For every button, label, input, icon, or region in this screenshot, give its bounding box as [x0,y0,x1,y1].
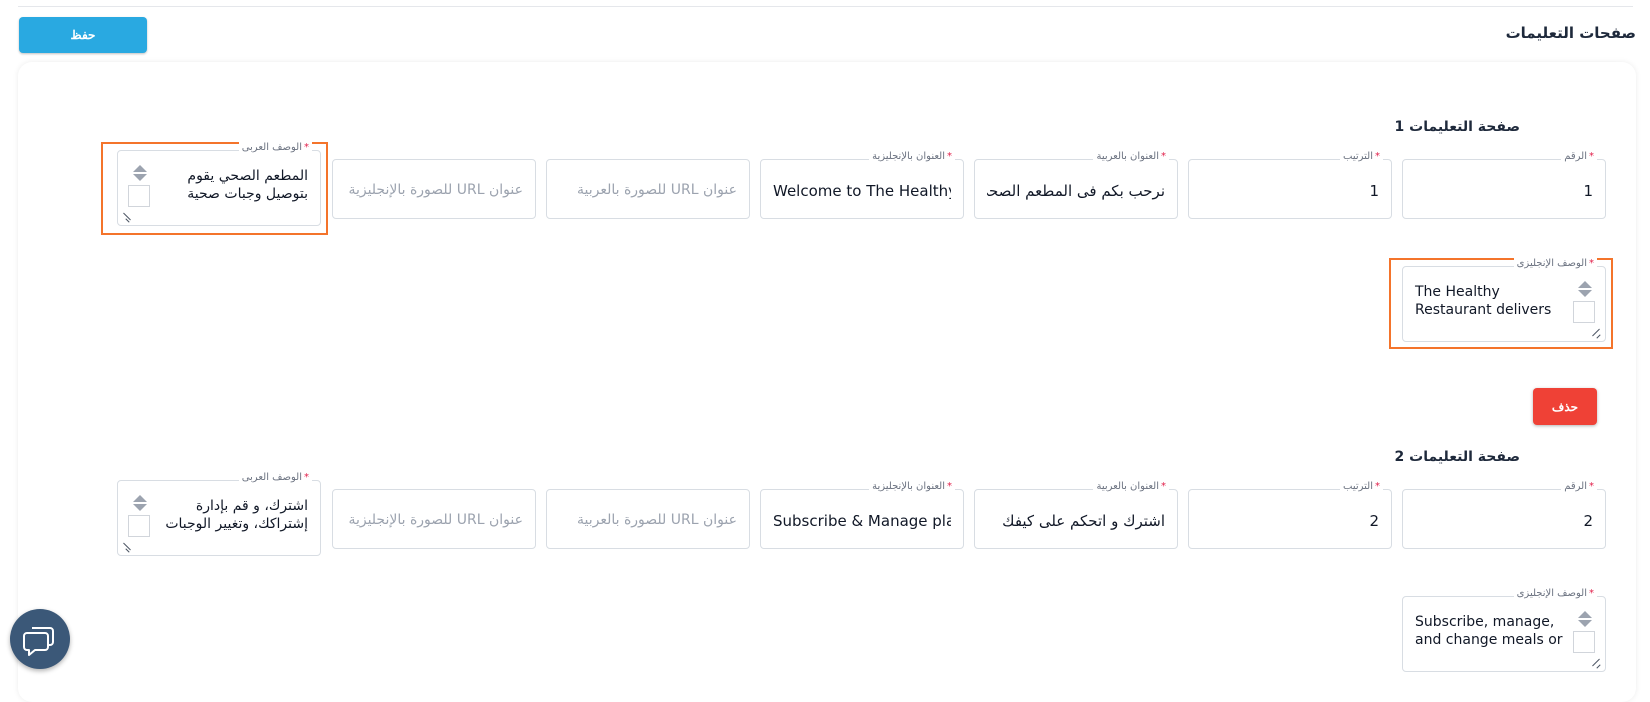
image-url-ar-placeholder-2: عنوان URL للصورة بالعربية [576,512,737,528]
order-value-2: 2 [1369,512,1379,530]
scroll-arrows-icon[interactable] [128,491,150,547]
title-en-value-1: Welcome to The Healthy Restaurant [773,182,951,200]
desc-ar-textarea-2[interactable]: *الوصف العربى اشترك، و قم بإدارة إشتراكك… [117,472,321,556]
delete-page-button[interactable]: حذف [1533,388,1597,425]
title-ar-value-2: اشترك و اتحكم على كيفك [1002,512,1165,530]
resize-handle-icon[interactable] [1590,657,1602,669]
image-url-en-field-1[interactable]: عنوان URL للصورة بالإنجليزية [332,159,536,219]
resize-handle-icon[interactable] [121,541,133,553]
title-ar-value-1: نرحب بكم فى المطعم الصحى [987,182,1165,200]
desc-en-value-1: The Healthy Restaurant delivers [1415,284,1552,318]
section-title-page-1: صفحة التعليمات 1 [1394,119,1521,135]
number-value-2: 2 [1583,512,1593,530]
image-url-ar-field-2[interactable]: عنوان URL للصورة بالعربية [546,489,750,549]
header-divider [18,6,1633,7]
resize-handle-icon[interactable] [1590,327,1602,339]
image-url-en-placeholder-2: عنوان URL للصورة بالإنجليزية [348,512,523,528]
section-title-page-2: صفحة التعليمات 2 [1394,449,1521,465]
number-field-1[interactable]: *الرقم 1 [1402,151,1606,219]
desc-ar-value-2: اشترك، و قم بإدارة إشتراكك، وتغيير الوجب… [165,498,308,532]
desc-ar-value-1: المطعم الصحي يقوم بتوصيل وجبات صحية [187,168,308,202]
scroll-arrows-icon[interactable] [128,161,150,217]
order-field-1[interactable]: *الترتيب 1 [1188,151,1392,219]
title-ar-field-2[interactable]: *العنوان بالعربية اشترك و اتحكم على كيفك [974,481,1178,549]
desc-en-textarea-2[interactable]: *الوصف الإنجليزى Subscribe, manage, and … [1402,588,1606,672]
title-en-field-1[interactable]: *العنوان بالإنجليزية Welcome to The Heal… [760,151,964,219]
scroll-arrows-icon[interactable] [1573,277,1595,333]
image-url-en-placeholder-1: عنوان URL للصورة بالإنجليزية [348,182,523,198]
image-url-en-field-2[interactable]: عنوان URL للصورة بالإنجليزية [332,489,536,549]
image-url-ar-field-1[interactable]: عنوان URL للصورة بالعربية [546,159,750,219]
resize-handle-icon[interactable] [121,211,133,223]
scroll-arrows-icon[interactable] [1573,607,1595,663]
desc-ar-textarea-1[interactable]: *الوصف العربى المطعم الصحي يقوم بتوصيل و… [117,142,321,226]
title-en-field-2[interactable]: *العنوان بالإنجليزية Subscribe & Manage … [760,481,964,549]
save-button[interactable]: حفظ [19,17,147,53]
chat-button[interactable] [10,609,70,669]
order-field-2[interactable]: *الترتيب 2 [1188,481,1392,549]
image-url-ar-placeholder-1: عنوان URL للصورة بالعربية [576,182,737,198]
chat-bubbles-icon [23,627,54,656]
title-en-value-2: Subscribe & Manage plan [773,512,951,530]
title-ar-field-1[interactable]: *العنوان بالعربية نرحب بكم فى المطعم الص… [974,151,1178,219]
number-field-2[interactable]: *الرقم 2 [1402,481,1606,549]
desc-en-value-2: Subscribe, manage, and change meals or [1415,614,1563,648]
order-value-1: 1 [1369,182,1379,200]
desc-en-textarea-1[interactable]: *الوصف الإنجليزى The Healthy Restaurant … [1402,258,1606,342]
page-title: صفحات التعليمات [1505,24,1636,42]
number-value-1: 1 [1583,182,1593,200]
